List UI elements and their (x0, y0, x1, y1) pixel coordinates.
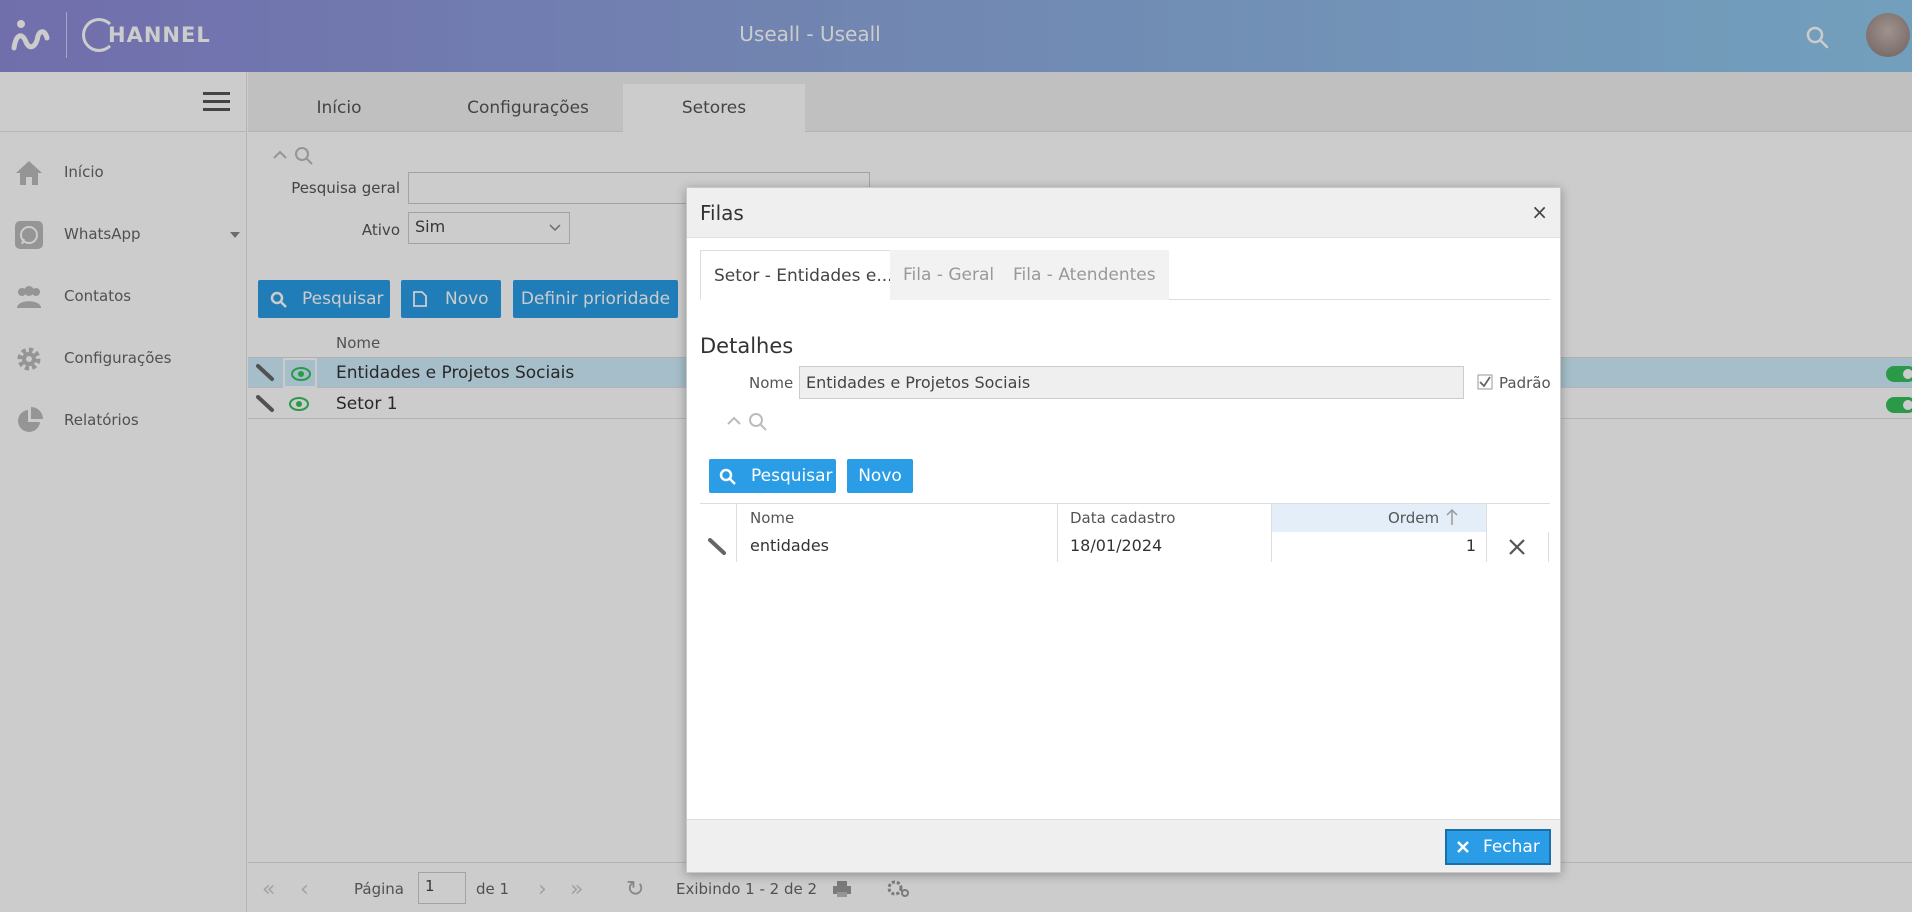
tab-fila-atendentes[interactable]: Fila - Atendentes (1000, 250, 1169, 300)
cell-date: 18/01/2024 (1070, 536, 1163, 555)
modal-search-button[interactable]: Pesquisar (709, 459, 836, 493)
cell-order: 1 (1465, 536, 1476, 555)
modal-search-label: Pesquisar (751, 466, 833, 486)
fechar-label: Fechar (1483, 837, 1540, 857)
modal-title: Filas (700, 201, 744, 225)
filas-grid: Nome Data cadastro Ordem entidades 18/01… (700, 503, 1550, 562)
table-row[interactable]: entidades 18/01/2024 1 (700, 532, 1550, 562)
modal-header: Filas × (687, 188, 1560, 238)
sort-asc-icon[interactable] (1446, 508, 1458, 526)
col-header-name[interactable]: Nome (750, 509, 794, 527)
cell-name: entidades (750, 536, 829, 555)
padrao-checkbox[interactable] (1477, 374, 1493, 390)
modal-footer: Fechar (687, 819, 1560, 872)
search-icon (719, 468, 736, 485)
close-icon[interactable]: × (1531, 200, 1548, 224)
name-field[interactable]: Entidades e Projetos Sociais (799, 366, 1464, 399)
fechar-button[interactable]: Fechar (1445, 829, 1551, 865)
filas-modal: Filas × Setor - Entidades e... Fila - Ge… (686, 187, 1561, 873)
chevron-up-icon (727, 416, 741, 425)
padrao-label: Padrão (1499, 374, 1551, 392)
filter-toggle[interactable] (726, 412, 770, 432)
tab-setor[interactable]: Setor - Entidades e... (700, 250, 907, 300)
tab-fila-geral[interactable]: Fila - Geral (890, 250, 1008, 300)
name-label: Nome (749, 374, 794, 392)
section-title: Detalhes (700, 334, 794, 358)
delete-x-icon[interactable] (1508, 538, 1526, 556)
pencil-icon[interactable] (708, 538, 728, 556)
modal-new-button[interactable]: Novo (847, 459, 913, 493)
col-header-date[interactable]: Data cadastro (1070, 509, 1175, 527)
close-icon (1457, 841, 1469, 853)
modal-tabs: Setor - Entidades e... Fila - Geral Fila… (700, 250, 1550, 300)
col-header-order[interactable]: Ordem (1388, 509, 1439, 527)
